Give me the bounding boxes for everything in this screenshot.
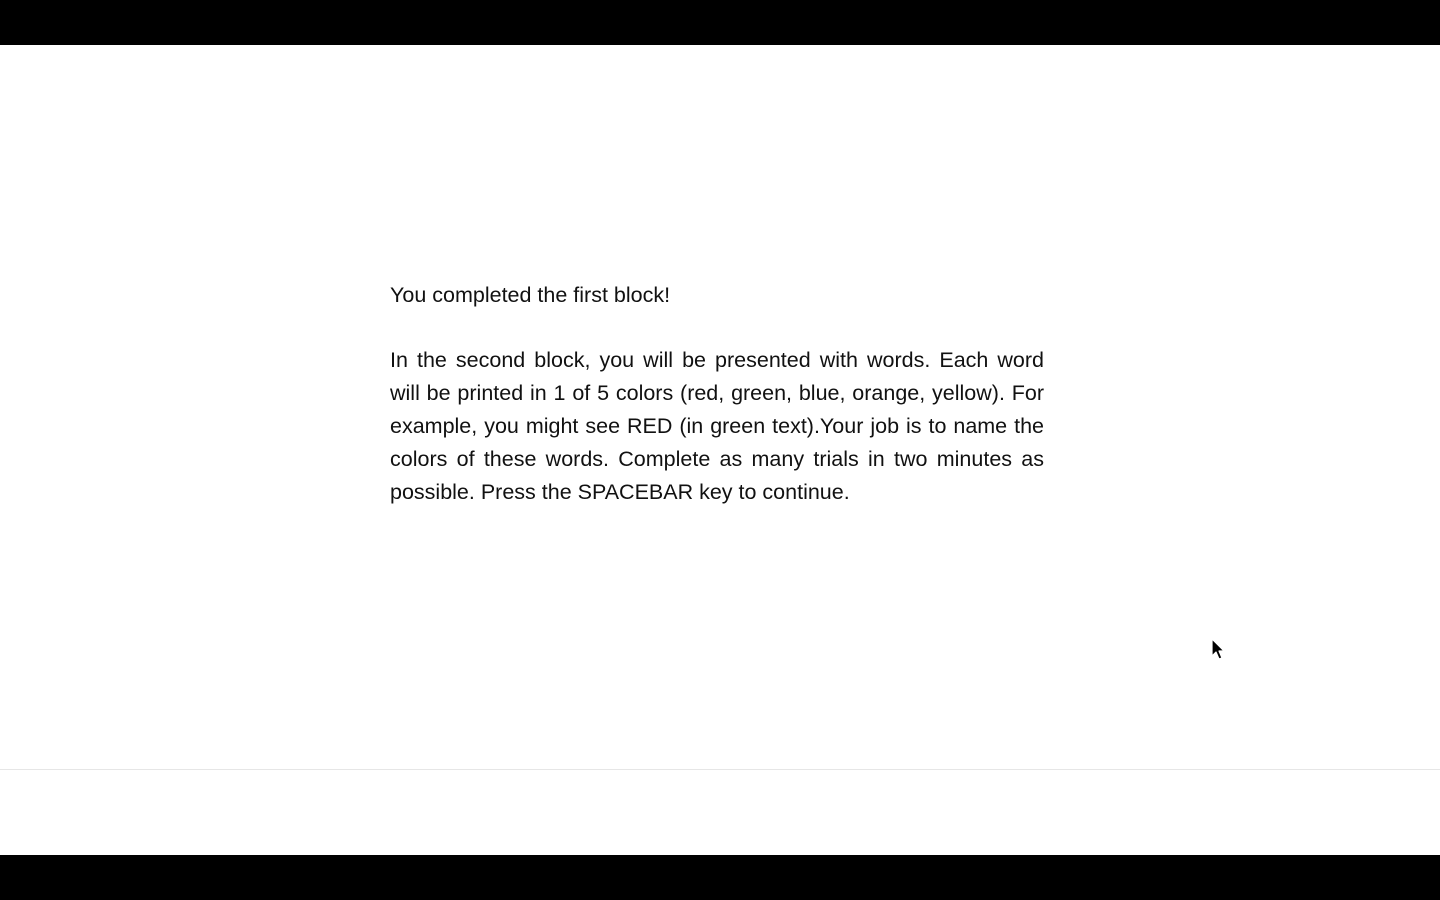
block-complete-message: You completed the first block!: [390, 283, 671, 307]
footer-divider: [0, 769, 1440, 770]
instruction-panel: You completed the first block! In the se…: [390, 279, 1044, 509]
mouse-pointer-icon: [1211, 638, 1225, 660]
second-block-instructions: In the second block, you will be present…: [390, 348, 1044, 504]
experiment-page[interactable]: You completed the first block! In the se…: [0, 45, 1440, 855]
screen: You completed the first block! In the se…: [0, 0, 1440, 900]
letterbox-top: [0, 0, 1440, 45]
letterbox-bottom: [0, 855, 1440, 900]
